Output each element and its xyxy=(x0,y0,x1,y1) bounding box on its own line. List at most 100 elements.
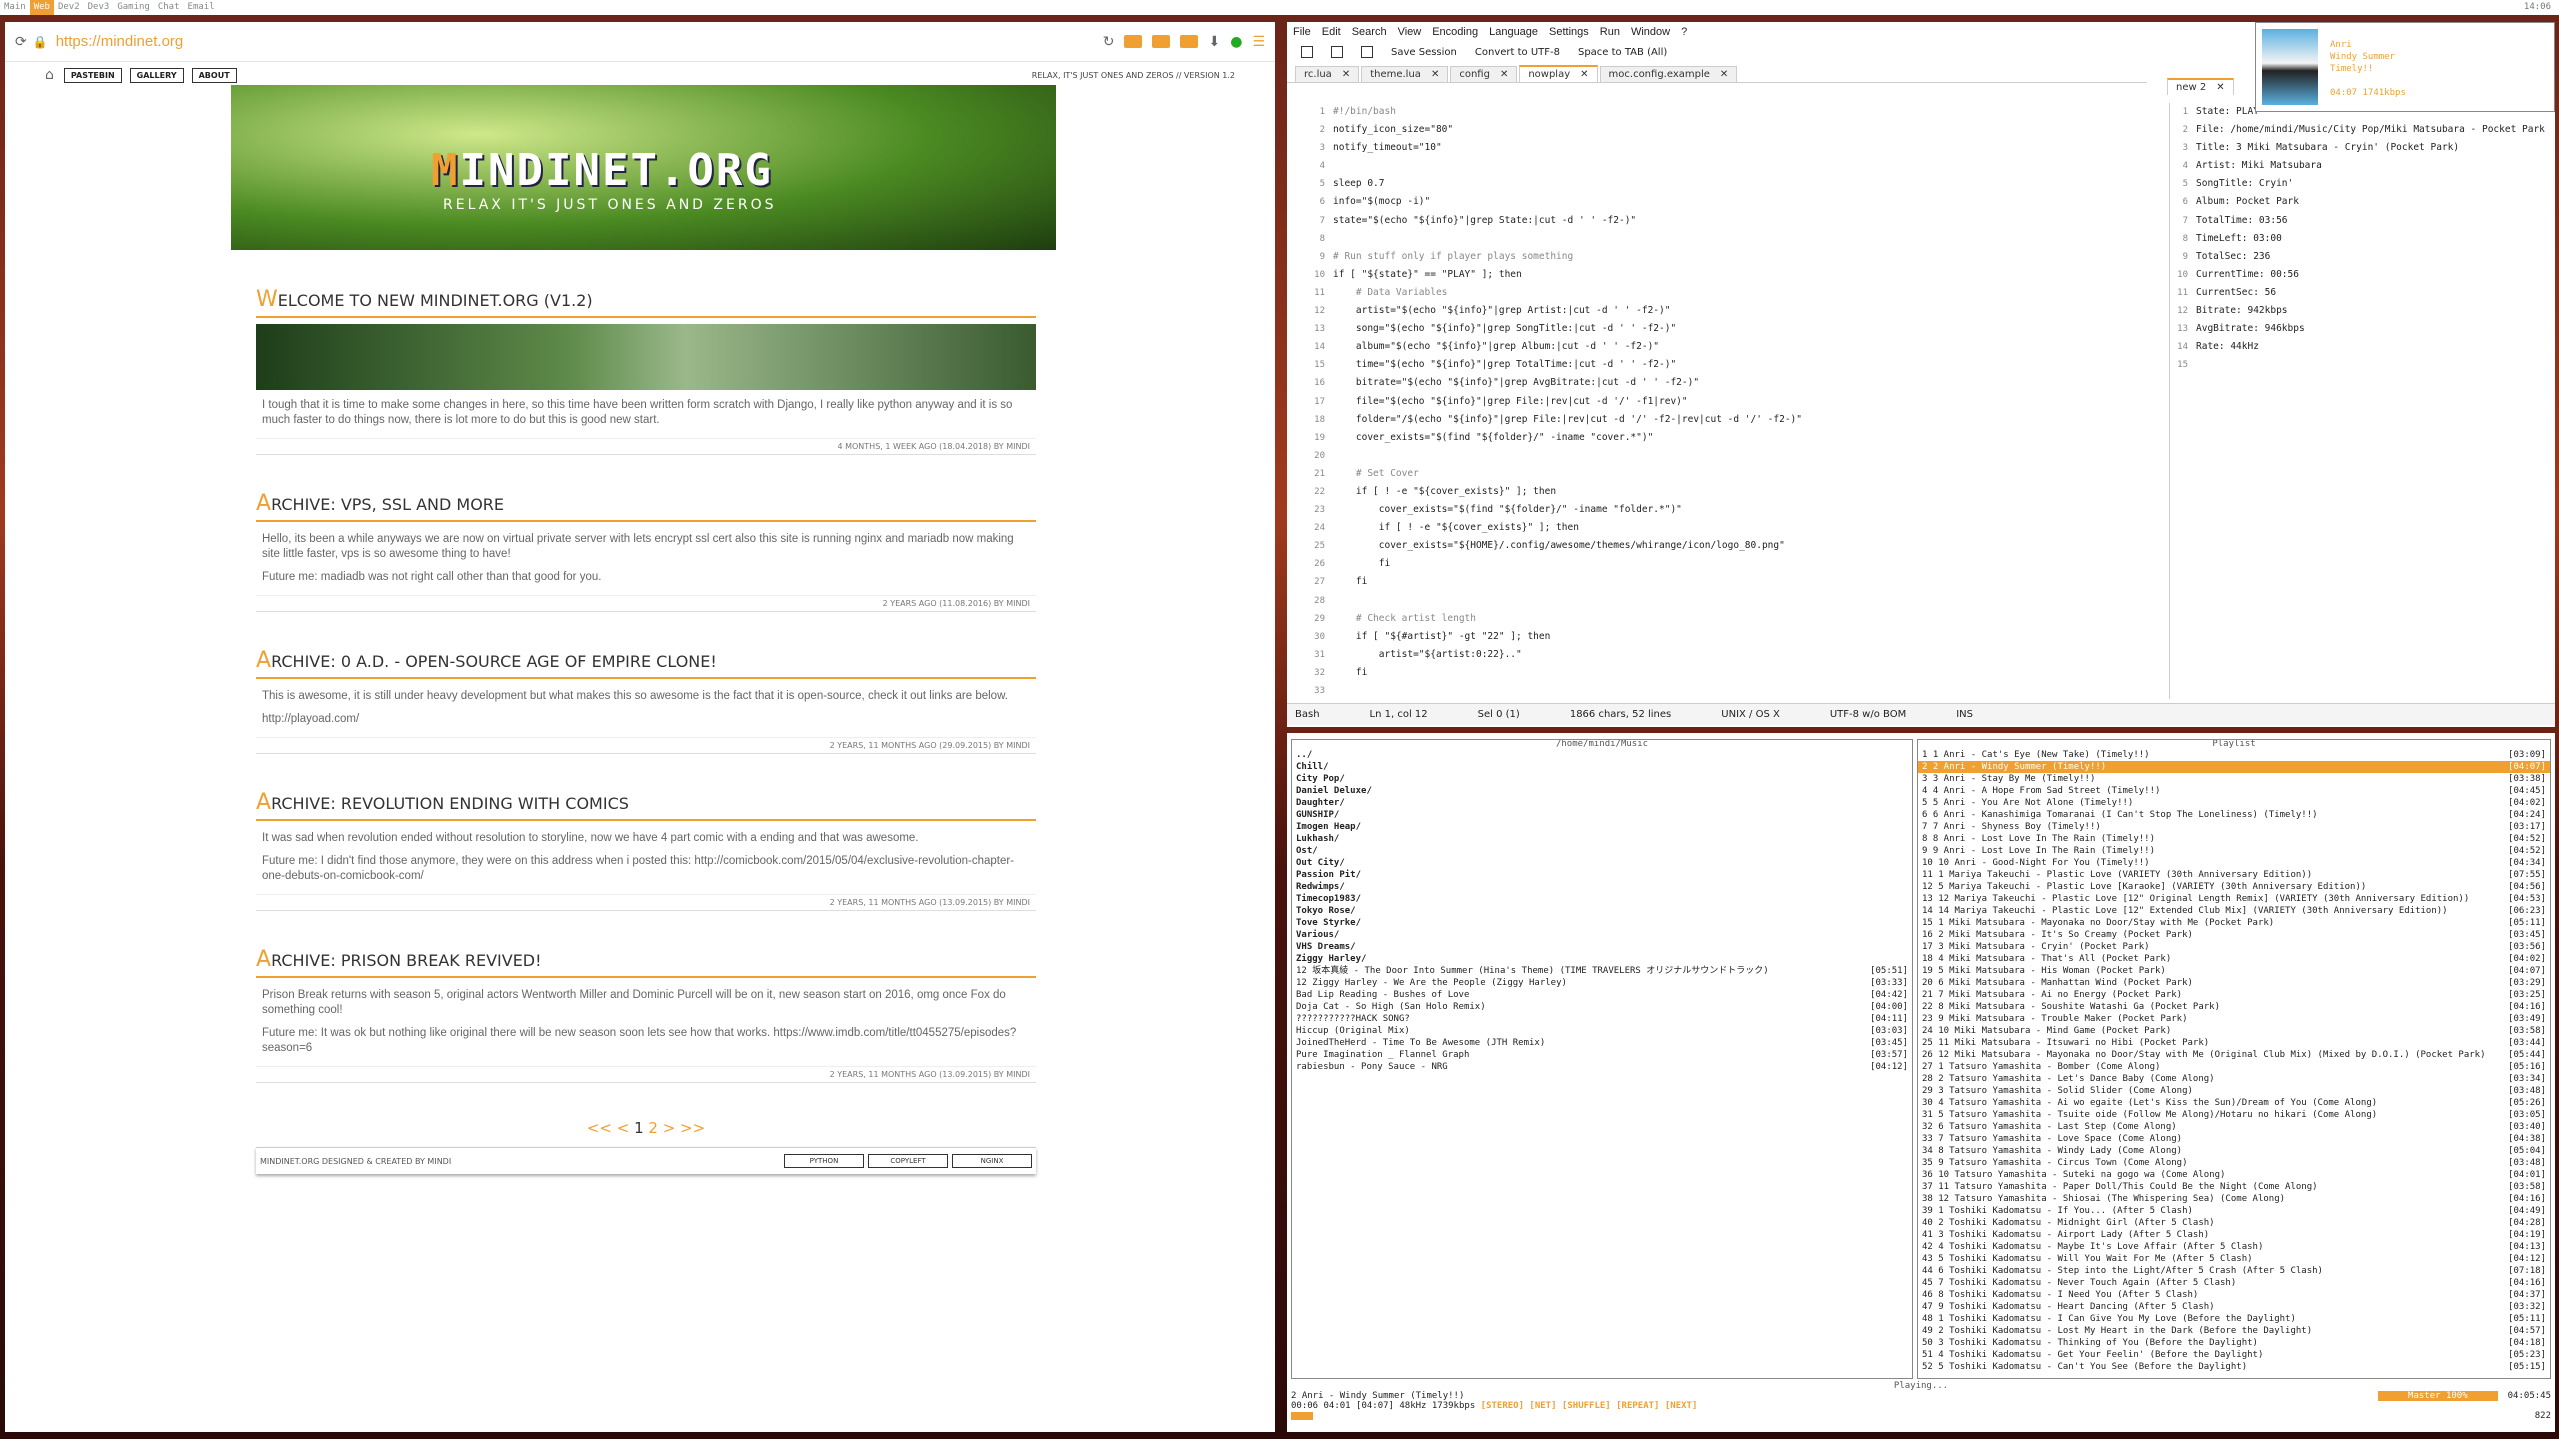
post-title[interactable]: WELCOME TO NEW MINDINET.ORG (V1.2) xyxy=(256,287,1036,318)
playlist-item[interactable]: 17 3 Miki Matsubara - Cryin' (Pocket Par… xyxy=(1918,941,2550,953)
menu-item-search[interactable]: Search xyxy=(1352,26,1387,38)
playlist-item[interactable]: 49 2 Toshiki Kadomatsu - Lost My Heart i… xyxy=(1918,1325,2550,1337)
playlist-item[interactable]: 3 3 Anri - Stay By Me (Timely!!) [03:38] xyxy=(1918,773,2550,785)
playlist-item[interactable]: 1 1 Anri - Cat's Eye (New Take) (Timely!… xyxy=(1918,749,2550,761)
dir-entry[interactable]: Tove Styrke/ xyxy=(1292,917,1912,929)
file-entry[interactable]: ???????????HACK SONG? [04:11] xyxy=(1292,1013,1912,1025)
playlist-item[interactable]: 2 2 Anri - Windy Summer (Timely!!) [04:07… xyxy=(1918,761,2550,773)
dir-entry[interactable]: Ziggy Harley/ xyxy=(1292,953,1912,965)
badge-copyleft[interactable]: COPYLEFT xyxy=(868,1154,948,1168)
playlist-item[interactable]: 36 10 Tatsuro Yamashita - Suteki na gogo… xyxy=(1918,1169,2550,1181)
playlist-item[interactable]: 6 6 Anri - Kanashimiga Tomaranai (I Can'… xyxy=(1918,809,2550,821)
playlist-item[interactable]: 13 12 Mariya Takeuchi - Plastic Love [12… xyxy=(1918,893,2550,905)
dir-entry[interactable]: Various/ xyxy=(1292,929,1912,941)
tab-rc-lua[interactable]: rc.lua ✕ xyxy=(1295,66,1360,82)
playlist-item[interactable]: 7 7 Anri - Shyness Boy (Timely!!) [03:17] xyxy=(1918,821,2550,833)
post-title[interactable]: ARCHIVE: PRISON BREAK REVIVED! xyxy=(256,947,1036,978)
playlist-item[interactable]: 52 5 Toshiki Kadomatsu - Can't You See (… xyxy=(1918,1361,2550,1373)
home-icon[interactable]: ⌂ xyxy=(45,67,54,83)
playlist-item[interactable]: 30 4 Tatsuro Yamashita - Ai wo egaite (L… xyxy=(1918,1097,2550,1109)
playlist-item[interactable]: 9 9 Anri - Lost Love In The Rain (Timely… xyxy=(1918,845,2550,857)
playlist-item[interactable]: 35 9 Tatsuro Yamashita - Circus Town (Co… xyxy=(1918,1157,2550,1169)
nav-link-about[interactable]: ABOUT xyxy=(191,67,237,83)
file-entry[interactable]: rabiesbun - Pony Sauce - NRG [04:12] xyxy=(1292,1061,1912,1073)
workspace-tag[interactable]: Web xyxy=(29,0,54,15)
close-icon[interactable]: ✕ xyxy=(1720,69,1728,80)
close-icon[interactable]: ✕ xyxy=(1500,69,1508,80)
dir-entry[interactable]: City Pop/ xyxy=(1292,773,1912,785)
dir-entry[interactable]: Lukhash/ xyxy=(1292,833,1912,845)
secondary-editor[interactable]: 1 State: PLAY 2 File: /home/mindi/Music/Cit… xyxy=(2169,103,2555,699)
workspace-tag[interactable]: Email xyxy=(184,0,219,15)
playlist-item[interactable]: 50 3 Toshiki Kadomatsu - Thinking of You… xyxy=(1918,1337,2550,1349)
directory-pane[interactable]: /home/mindi/Music ../ Chill/City Pop/Dani… xyxy=(1291,739,1913,1379)
playlist-item[interactable]: 37 11 Tatsuro Yamashita - Paper Doll/Thi… xyxy=(1918,1181,2550,1193)
playlist-item[interactable]: 40 2 Toshiki Kadomatsu - Midnight Girl (… xyxy=(1918,1217,2550,1229)
download-icon[interactable] xyxy=(1361,46,1373,58)
dir-entry[interactable]: VHS Dreams/ xyxy=(1292,941,1912,953)
playlist-item[interactable]: 4 4 Anri - A Hope From Sad Street (Timel… xyxy=(1918,785,2550,797)
new-file-icon[interactable] xyxy=(1301,46,1313,58)
folder-icon[interactable] xyxy=(1180,35,1199,48)
playlist-item[interactable]: 21 7 Miki Matsubara - Ai no Energy (Pock… xyxy=(1918,989,2550,1001)
playlist-item[interactable]: 5 5 Anri - You Are Not Alone (Timely!!) [… xyxy=(1918,797,2550,809)
tab-nowplay[interactable]: nowplay ✕ xyxy=(1519,65,1598,82)
playlist-item[interactable]: 25 11 Miki Matsubara - Itsuwari no Hibi … xyxy=(1918,1037,2550,1049)
playlist-item[interactable]: 45 7 Toshiki Kadomatsu - Never Touch Aga… xyxy=(1918,1277,2550,1289)
progress-bar[interactable] xyxy=(1291,1412,1313,1420)
menu-item-edit[interactable]: Edit xyxy=(1322,26,1341,38)
close-icon[interactable]: ✕ xyxy=(1342,69,1350,80)
prev-page-link[interactable]: << < xyxy=(587,1119,629,1137)
badge-python[interactable]: PYTHON xyxy=(784,1154,864,1168)
file-entry[interactable]: JoinedTheHerd - Time To Be Awesome (JTH … xyxy=(1292,1037,1912,1049)
tab-theme-lua[interactable]: theme.lua ✕ xyxy=(1361,66,1449,82)
playlist-item[interactable]: 14 14 Mariya Takeuchi - Plastic Love [12… xyxy=(1918,905,2550,917)
playlist-item[interactable]: 24 10 Miki Matsubara - Mind Game (Pocket… xyxy=(1918,1025,2550,1037)
url-bar[interactable]: ⟳ 🔒 https://mindinet.org ↻ ⬇ ● ☰ xyxy=(5,22,1275,62)
code-editor[interactable]: 1 #!/bin/bash 2 notify_icon_size="80" 3 notif… xyxy=(1287,103,2155,699)
now-playing-notification[interactable]: Anri Windy Summer Timely!! 04:07 1741kbp… xyxy=(2255,22,2555,112)
extension-icon[interactable]: ● xyxy=(1230,34,1242,50)
playlist-item[interactable]: 22 8 Miki Matsubara - Soushite Watashi G… xyxy=(1918,1001,2550,1013)
playlist-item[interactable]: 48 1 Toshiki Kadomatsu - I Can Give You … xyxy=(1918,1313,2550,1325)
dir-entry[interactable]: Redwimps/ xyxy=(1292,881,1912,893)
tab-config[interactable]: config ✕ xyxy=(1450,66,1518,82)
close-icon[interactable]: ✕ xyxy=(1580,69,1588,80)
nav-link-gallery[interactable]: GALLERY xyxy=(129,67,184,83)
playlist-item[interactable]: 46 8 Toshiki Kadomatsu - I Need You (Aft… xyxy=(1918,1289,2550,1301)
dir-entry[interactable]: Daniel Deluxe/ xyxy=(1292,785,1912,797)
playlist-item[interactable]: 42 4 Toshiki Kadomatsu - Maybe It's Love… xyxy=(1918,1241,2550,1253)
dir-entry[interactable]: Timecop1983/ xyxy=(1292,893,1912,905)
playlist-item[interactable]: 32 6 Tatsuro Yamashita - Last Step (Come… xyxy=(1918,1121,2550,1133)
workspace-tag[interactable]: Dev2 xyxy=(54,0,84,15)
playlist-item[interactable]: 39 1 Toshiki Kadomatsu - If You... (Afte… xyxy=(1918,1205,2550,1217)
playlist-item[interactable]: 28 2 Tatsuro Yamashita - Let's Dance Bab… xyxy=(1918,1073,2550,1085)
post-title[interactable]: ARCHIVE: VPS, SSL AND MORE xyxy=(256,491,1036,522)
url-text[interactable]: https://mindinet.org xyxy=(56,33,184,50)
file-entry[interactable]: 12 Ziggy Harley - We Are the People (Zig… xyxy=(1292,977,1912,989)
playlist-item[interactable]: 23 9 Miki Matsubara - Trouble Maker (Poc… xyxy=(1918,1013,2550,1025)
menu-item-encoding[interactable]: Encoding xyxy=(1432,26,1478,38)
workspace-tag[interactable]: Dev3 xyxy=(84,0,114,15)
badge-nginx[interactable]: NGINX xyxy=(952,1154,1032,1168)
playlist-item[interactable]: 10 10 Anri - Good-Night For You (Timely!… xyxy=(1918,857,2550,869)
playlist-item[interactable]: 11 1 Mariya Takeuchi - Plastic Love (VAR… xyxy=(1918,869,2550,881)
menu-item-run[interactable]: Run xyxy=(1600,26,1620,38)
next-page-link[interactable]: 2 xyxy=(648,1119,658,1137)
site-logo[interactable]: MINDINET.ORG xyxy=(431,145,773,196)
playlist-item[interactable]: 18 4 Miki Matsubara - That's All (Pocket… xyxy=(1918,953,2550,965)
playlist-item[interactable]: 29 3 Tatsuro Yamashita - Solid Slider (C… xyxy=(1918,1085,2550,1097)
convert-utf8-button[interactable]: Convert to UTF-8 xyxy=(1475,47,1560,58)
menu-item-help[interactable]: ? xyxy=(1681,26,1687,38)
download-icon[interactable]: ⬇ xyxy=(1208,34,1220,50)
close-icon[interactable]: ✕ xyxy=(1431,69,1439,80)
folder-icon[interactable] xyxy=(1152,35,1171,48)
tab-new-2[interactable]: new 2 ✕ xyxy=(2167,78,2234,95)
file-entry[interactable]: Doja Cat - So High (San Holo Remix) [04:0… xyxy=(1292,1001,1912,1013)
post-title[interactable]: ARCHIVE: 0 A.D. - OPEN-SOURCE AGE OF EMP… xyxy=(256,648,1036,679)
folder-icon[interactable] xyxy=(1124,35,1143,48)
playlist-item[interactable]: 31 5 Tatsuro Yamashita - Tsuite oide (Fo… xyxy=(1918,1109,2550,1121)
post-title[interactable]: ARCHIVE: REVOLUTION ENDING WITH COMICS xyxy=(256,790,1036,821)
reload-icon[interactable]: ⟳ xyxy=(15,34,27,50)
file-entry[interactable]: 12 坂本真綾 - The Door Into Summer (Hina's T… xyxy=(1292,965,1912,977)
